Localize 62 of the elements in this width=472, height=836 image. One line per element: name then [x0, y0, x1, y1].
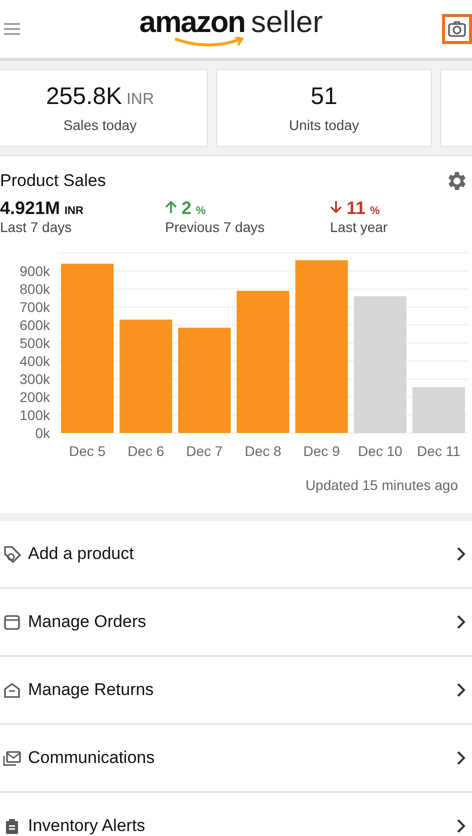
camera-icon	[448, 21, 466, 37]
arrow-up-icon	[165, 200, 177, 214]
stat-card[interactable]: 255.8K INR Sales today	[0, 69, 208, 147]
axis-label: 400k	[20, 353, 50, 369]
stat-value: 255.8K	[46, 83, 122, 110]
bar	[412, 387, 465, 433]
menu-item[interactable]: Manage Returns	[0, 657, 472, 725]
change-unit: %	[370, 205, 380, 217]
menu-icon[interactable]	[4, 23, 20, 35]
chevron-icon	[456, 751, 466, 765]
chevron-icon	[456, 547, 466, 561]
axis-label: Dec 10	[358, 443, 402, 459]
axis-label: 0k	[35, 425, 50, 441]
menu-item[interactable]: Add a product	[0, 521, 472, 589]
logo-text: seller	[251, 9, 323, 37]
axis-label: Dec 11	[417, 443, 460, 459]
axis-label: Dec 7	[186, 443, 223, 459]
kpi-label: Last 7 days	[0, 219, 72, 235]
box-icon	[2, 612, 22, 632]
change-value: 11	[346, 198, 366, 218]
menu-label: Manage Orders	[28, 612, 148, 632]
total-unit: INR	[64, 205, 84, 217]
chevron-icon	[456, 615, 466, 629]
camera-button[interactable]	[442, 14, 472, 44]
chevron-icon	[456, 819, 466, 833]
menu-label: Communications	[28, 748, 156, 768]
menu-label: Manage Returns	[28, 680, 155, 700]
return-icon	[2, 680, 22, 700]
mail-icon	[2, 748, 22, 768]
axis-label: Dec 6	[128, 443, 164, 459]
stat-value: 51	[310, 83, 338, 110]
axis-label: 200k	[20, 389, 50, 405]
menu-label: Add a product	[28, 544, 135, 564]
stat-unit: INR	[126, 91, 154, 108]
menu-item[interactable]: Inventory Alerts	[0, 793, 472, 836]
updated-text: Updated 15 minutes ago	[305, 477, 458, 493]
axis-label: 900k	[20, 263, 50, 279]
arrow-down-icon	[330, 200, 342, 214]
axis-label: 100k	[20, 407, 50, 423]
stat-card[interactable]: 51 Units today	[216, 69, 432, 147]
chevron-icon	[456, 683, 466, 697]
stat-label: Sales today	[63, 117, 137, 133]
kpi-label: Last year	[330, 219, 388, 235]
logo-text: amazon	[139, 9, 245, 37]
change-value: 2	[181, 198, 192, 218]
axis-label: 600k	[20, 317, 50, 333]
change-unit: %	[196, 205, 206, 217]
menu-item[interactable]: Manage Orders	[0, 589, 472, 657]
axis-label: 800k	[20, 281, 50, 297]
menu-item[interactable]: Communications	[0, 725, 472, 793]
axis-label: Dec 5	[69, 443, 106, 459]
total-value: 4.921M	[0, 198, 60, 218]
kpi-label: Previous 7 days	[165, 219, 265, 235]
axis-label: Dec 9	[303, 443, 340, 459]
axis-label: 700k	[20, 299, 50, 315]
axis-label: Dec 8	[244, 443, 282, 459]
stat-label: Units today	[288, 117, 360, 133]
section-title: Product Sales	[0, 171, 106, 191]
menu-label: Inventory Alerts	[28, 816, 146, 836]
axis-label: 300k	[20, 371, 50, 387]
axis-label: 500k	[20, 335, 50, 351]
tag-icon	[2, 544, 22, 564]
